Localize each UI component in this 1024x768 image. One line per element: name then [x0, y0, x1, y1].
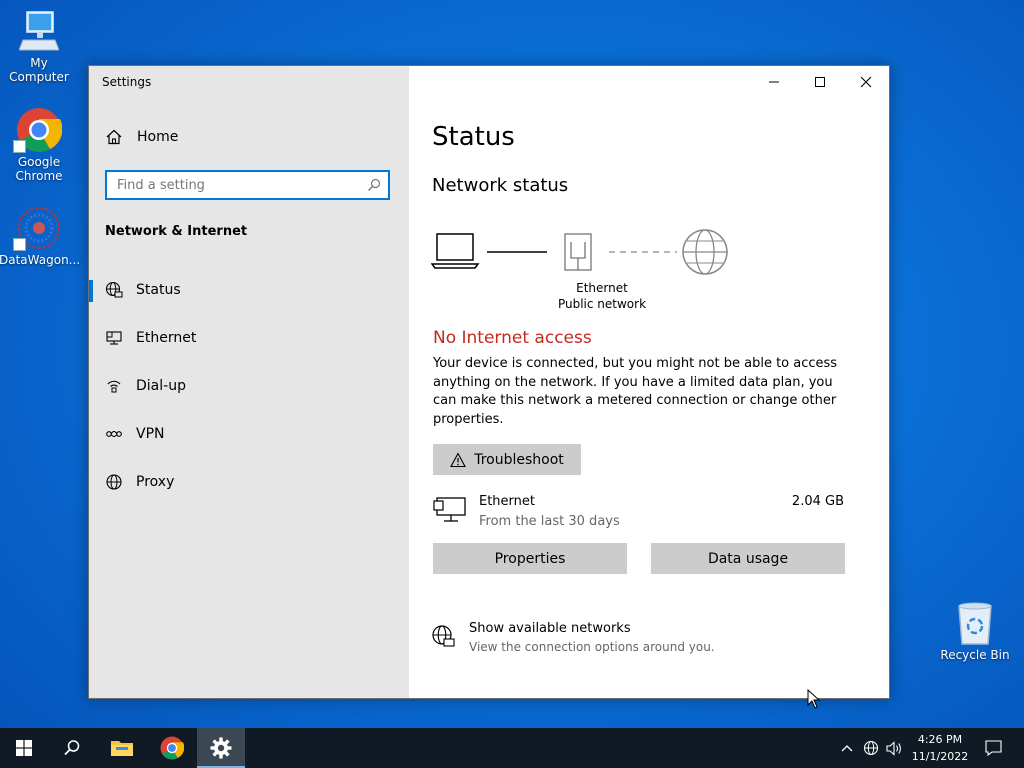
settings-window: Settings Home Network & Internet	[88, 65, 890, 699]
show-available-networks[interactable]: Show available networks View the connect…	[431, 621, 851, 661]
window-title: Settings	[102, 75, 152, 89]
folder-icon	[111, 741, 133, 756]
minimize-icon	[769, 81, 779, 83]
ethernet-icon	[104, 329, 124, 347]
network-diagram: Ethernet Public network	[430, 228, 731, 311]
network-diagram-graphic	[430, 229, 728, 275]
desktop-icon-label: My Computer	[9, 56, 69, 84]
desktop-icon-recycle-bin[interactable]: Recycle Bin	[935, 602, 1015, 662]
sidebar-item-dialup[interactable]: Dial-up	[89, 366, 409, 406]
diagram-adapter-name: Ethernet	[576, 281, 628, 295]
mouse-cursor-icon	[807, 689, 821, 709]
vpn-icon	[104, 425, 124, 443]
connection-row: Ethernet From the last 30 days 2.04 GB	[433, 494, 853, 534]
search-box	[105, 170, 390, 200]
taskbar-search-button[interactable]	[48, 728, 96, 768]
network-globe-icon	[863, 740, 878, 755]
computer-icon	[19, 11, 59, 51]
volume-tray-button[interactable]	[884, 728, 904, 768]
shortcut-arrow-icon	[13, 238, 26, 251]
sidebar-item-label: Ethernet	[136, 330, 197, 346]
close-button[interactable]	[843, 66, 889, 98]
taskbar: 4:26 PM 11/1/2022	[0, 728, 1024, 768]
ethernet-port-icon	[564, 233, 592, 271]
maximize-icon	[815, 77, 825, 87]
sidebar-item-label: Status	[136, 282, 181, 298]
troubleshoot-button[interactable]: Troubleshoot	[433, 444, 581, 475]
section-title: Network & Internet	[105, 224, 248, 239]
network-status-heading: Network status	[432, 175, 569, 196]
ethernet-connection-icon	[433, 497, 466, 522]
properties-button[interactable]: Properties	[433, 543, 627, 574]
desktop-icon-label: Recycle Bin	[940, 648, 1010, 662]
search-icon[interactable]	[367, 178, 381, 192]
home-icon	[106, 129, 122, 145]
chevron-up-icon	[841, 745, 853, 752]
globe-network-icon	[432, 625, 455, 647]
show-hidden-icons-button[interactable]	[838, 728, 856, 768]
home-nav-item[interactable]: Home	[105, 128, 178, 146]
network-tray-button[interactable]	[860, 728, 882, 768]
data-usage-button[interactable]: Data usage	[651, 543, 845, 574]
action-center-button[interactable]	[978, 728, 1008, 768]
recycle-bin-icon	[958, 602, 992, 645]
data-used: 2.04 GB	[791, 494, 844, 509]
sidebar-item-proxy[interactable]: Proxy	[89, 462, 409, 502]
start-button[interactable]	[0, 728, 48, 768]
chrome-taskbar-button[interactable]	[148, 728, 196, 768]
sidebar-item-status[interactable]: Status	[89, 270, 409, 310]
search-input[interactable]	[107, 172, 357, 198]
desktop-icon-google-chrome[interactable]: Google Chrome	[0, 107, 79, 183]
settings-taskbar-button[interactable]	[197, 728, 245, 768]
sidebar-item-vpn[interactable]: VPN	[89, 414, 409, 454]
notification-icon	[984, 740, 1002, 756]
speaker-icon	[885, 740, 901, 756]
clock-time: 4:26 PM	[917, 733, 963, 746]
search-icon	[64, 740, 80, 756]
sidebar: Settings Home Network & Internet	[89, 66, 409, 698]
windows-logo-icon	[16, 740, 32, 756]
desktop-icon-datawagon[interactable]: DataWagon...	[0, 205, 81, 267]
home-label: Home	[137, 129, 179, 145]
gear-icon	[210, 737, 232, 759]
show-networks-subtitle: View the connection options around you.	[469, 640, 715, 654]
taskbar-clock[interactable]: 4:26 PM 11/1/2022	[906, 731, 974, 765]
desktop-icon-label: DataWagon...	[0, 253, 81, 267]
troubleshoot-label: Troubleshoot	[474, 451, 564, 468]
maximize-button[interactable]	[797, 66, 843, 98]
desktop-icon-label: Google Chrome	[15, 155, 63, 183]
dialup-icon	[104, 377, 124, 395]
status-message: No Internet access	[433, 328, 592, 348]
connection-name: Ethernet	[479, 494, 535, 509]
diagram-network-type: Public network	[557, 297, 647, 311]
desktop-icon-my-computer[interactable]: My Computer	[0, 10, 79, 84]
sidebar-item-ethernet[interactable]: Ethernet	[89, 318, 409, 358]
chrome-icon	[160, 736, 184, 760]
main-content: Status Network status Ethernet Public ne…	[409, 66, 889, 698]
file-explorer-button[interactable]	[98, 728, 146, 768]
internet-globe-icon	[682, 229, 728, 275]
sidebar-item-label: Dial-up	[136, 378, 186, 394]
close-icon	[860, 76, 872, 88]
sidebar-item-label: Proxy	[136, 474, 175, 490]
page-title: Status	[432, 122, 515, 152]
warning-icon	[450, 451, 467, 467]
shortcut-arrow-icon	[13, 140, 26, 153]
connection-period: From the last 30 days	[479, 514, 620, 529]
show-networks-title: Show available networks	[469, 621, 631, 636]
sidebar-item-label: VPN	[136, 426, 165, 442]
laptop-icon	[430, 233, 480, 269]
status-description: Your device is connected, but you might …	[433, 356, 838, 427]
globe-status-icon	[104, 281, 124, 299]
clock-date: 11/1/2022	[911, 750, 969, 763]
minimize-button[interactable]	[751, 66, 797, 98]
globe-icon	[104, 473, 124, 491]
